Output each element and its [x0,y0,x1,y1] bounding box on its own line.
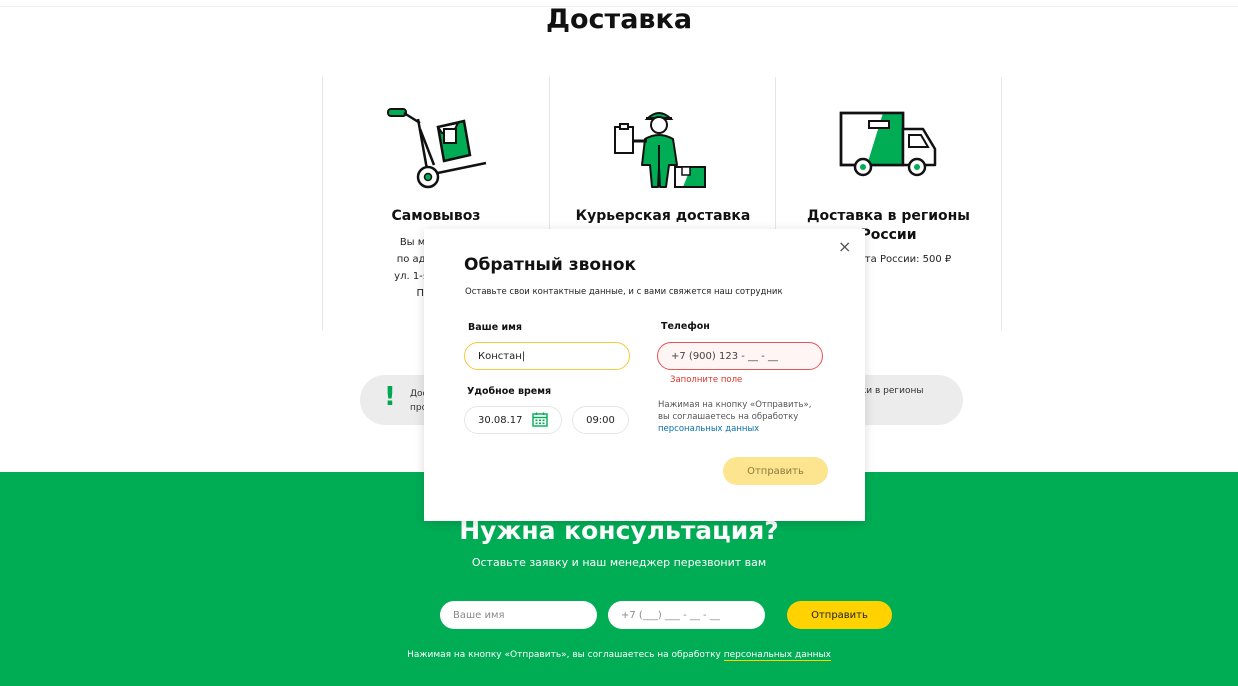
consent-link[interactable]: персональных данных [723,650,831,661]
phone-input[interactable] [657,342,823,370]
delivery-option-title: Самовывоз [391,208,481,224]
page-title: Доставка [545,4,693,35]
time-label: Удобное время [467,386,552,397]
modal-title: Обратный звонок [464,255,637,275]
consent-text: Нажимая на кнопку «Отправить», вы соглаш… [407,650,721,660]
phone-error: Заполните поле [670,375,743,385]
calendar-icon[interactable] [532,412,548,431]
consent-line: Нажимая на кнопку «Отправить», [658,400,812,410]
consultation-name-input[interactable] [440,601,597,629]
phone-label: Телефон [661,321,710,332]
exclamation-icon: ! [384,382,396,412]
close-icon[interactable]: × [838,239,851,255]
callback-modal: × Обратный звонок Оставьте свои контактн… [424,229,865,521]
modal-consent: Нажимая на кнопку «Отправить», вы соглаш… [658,399,828,435]
consent-line: вы соглашаетесь на обработку [658,412,799,422]
modal-subtitle: Оставьте свои контактные данные, и с вам… [465,287,783,297]
delivery-option-title: Курьерская доставка [575,208,751,224]
consultation-consent: Нажимая на кнопку «Отправить», вы соглаш… [0,650,1238,661]
name-input[interactable] [464,342,630,370]
delivery-truck-icon [837,105,941,189]
modal-submit-button[interactable]: Отправить [723,457,828,485]
consultation-subtitle: Оставьте заявку и наш менеджер перезвони… [471,556,767,569]
consultation-submit-button[interactable]: Отправить [787,601,892,629]
time-input[interactable] [572,406,629,434]
courier-icon [613,105,713,195]
title-line: Доставка в регионы [807,208,970,224]
consultation-phone-input[interactable] [608,601,765,629]
modal-consent-link[interactable]: персональных данных [658,424,759,434]
hand-truck-icon [384,105,488,193]
name-label: Ваше имя [468,322,523,333]
